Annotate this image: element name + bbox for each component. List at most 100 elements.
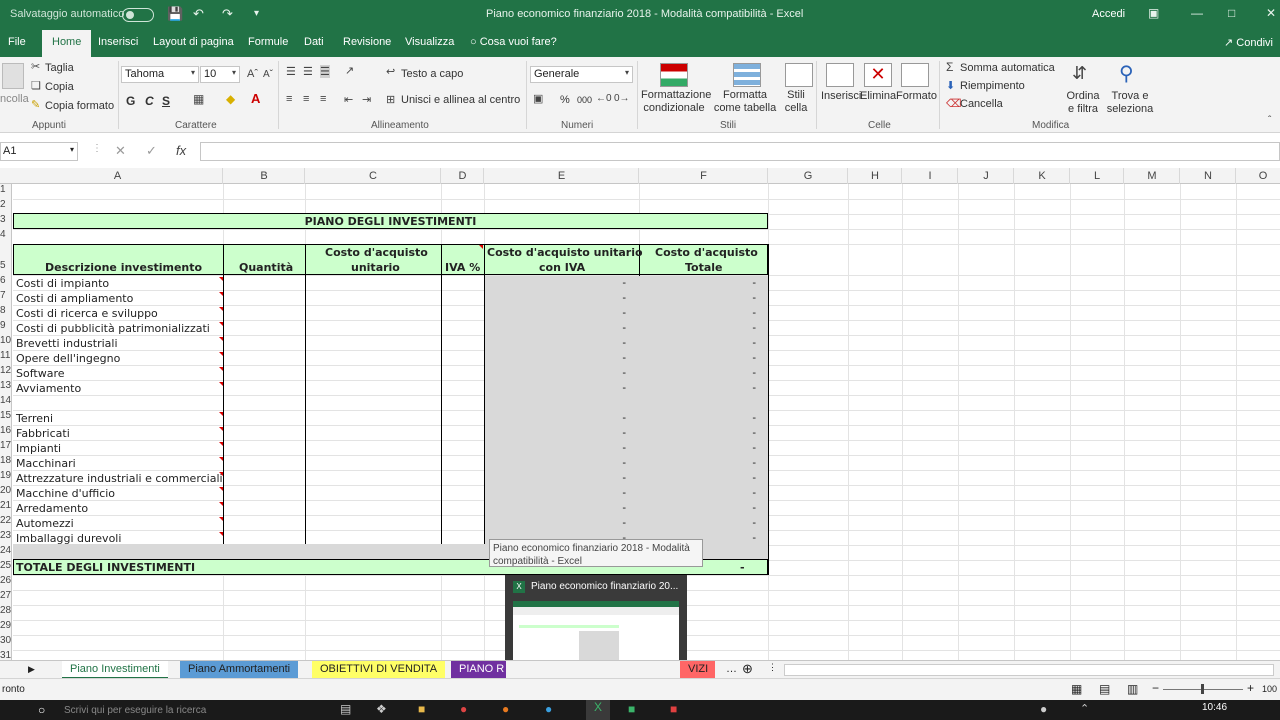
collapse-ribbon-icon[interactable]: ˆ [1268, 115, 1271, 126]
firefox-icon[interactable]: ● [502, 702, 509, 716]
percent-button[interactable]: % [560, 94, 570, 106]
formula-value[interactable]: - [606, 382, 626, 394]
format-as-table-button[interactable]: Formatta come tabella [710, 89, 780, 115]
formula-value[interactable]: - [736, 502, 756, 514]
increase-indent-icon[interactable]: ⇥ [362, 93, 371, 106]
excel-taskbar-icon[interactable]: X [586, 700, 610, 720]
format-painter-icon[interactable]: ✎ [31, 98, 40, 111]
formula-value[interactable]: - [736, 292, 756, 304]
sheet-tab-piano-r[interactable]: PIANO R [451, 661, 506, 679]
row-header[interactable]: 9 [0, 320, 12, 331]
formula-value[interactable]: - [736, 367, 756, 379]
formula-value[interactable]: - [606, 427, 626, 439]
comment-indicator[interactable] [219, 337, 223, 341]
row-header[interactable]: 5 [0, 260, 12, 271]
insert-function-icon[interactable]: fx [176, 143, 186, 158]
close-icon[interactable]: ✕ [1266, 6, 1276, 20]
column-header[interactable]: J [959, 168, 1014, 184]
column-header[interactable]: D [442, 168, 484, 184]
formula-value[interactable]: - [606, 457, 626, 469]
zoom-out-icon[interactable]: − [1152, 681, 1159, 695]
conditional-formatting-button[interactable]: Formattazione condizionale [641, 89, 711, 115]
row-header[interactable]: 27 [0, 590, 12, 601]
formula-value[interactable]: - [736, 457, 756, 469]
row-header[interactable]: 15 [0, 410, 12, 421]
row-header[interactable]: 16 [0, 425, 12, 436]
formula-value[interactable]: - [606, 352, 626, 364]
tab-data[interactable]: Dati [304, 36, 324, 48]
tab-page-layout[interactable]: Layout di pagina [153, 36, 234, 48]
comment-indicator[interactable] [219, 427, 223, 431]
align-center-icon[interactable]: ≡ [303, 93, 309, 105]
taskbar-search[interactable]: Scrivi qui per eseguire la ricerca [64, 705, 299, 716]
split-handle-icon[interactable]: ⋮ [768, 662, 777, 673]
italic-button[interactable]: C [145, 94, 154, 108]
copy-icon[interactable]: ❏ [31, 79, 41, 92]
comment-indicator[interactable] [219, 457, 223, 461]
zoom-in-icon[interactable]: + [1247, 681, 1254, 695]
row-header[interactable]: 21 [0, 500, 12, 511]
comment-indicator[interactable] [219, 532, 223, 536]
row-header[interactable]: 11 [0, 350, 12, 361]
insert-cells-icon[interactable] [826, 63, 854, 87]
edge-icon[interactable]: ● [545, 702, 552, 716]
row-header[interactable]: 4 [0, 229, 12, 240]
sort-filter-button[interactable]: Ordina e filtra [1063, 90, 1103, 116]
row-header[interactable]: 28 [0, 605, 12, 616]
format-as-table-icon[interactable] [733, 63, 761, 87]
investment-item[interactable]: Impianti [16, 442, 61, 455]
delete-cells-icon[interactable]: ✕ [864, 63, 892, 87]
find-select-icon[interactable]: ⚲ [1119, 61, 1134, 86]
app-green-icon[interactable]: ■ [628, 702, 635, 716]
format-cells-icon[interactable] [901, 63, 929, 87]
insert-cells-button[interactable]: Inserisci [821, 90, 861, 102]
tab-review[interactable]: Revisione [343, 36, 391, 48]
row-header[interactable]: 17 [0, 440, 12, 451]
autosave-toggle[interactable] [122, 8, 154, 22]
tab-scroll-icon[interactable]: ▶ [28, 664, 35, 675]
sort-filter-icon[interactable]: ⇵ [1072, 63, 1087, 84]
underline-button[interactable]: S [162, 94, 170, 108]
find-select-button[interactable]: Trova e seleziona [1104, 90, 1156, 116]
formula-value[interactable]: - [606, 442, 626, 454]
formula-value[interactable]: - [736, 337, 756, 349]
formula-input[interactable] [200, 142, 1280, 161]
investment-item[interactable]: Fabbricati [16, 427, 70, 440]
formula-value[interactable]: - [736, 472, 756, 484]
tell-me-search[interactable]: ○ Cosa vuoi fare? [470, 36, 557, 48]
column-header[interactable]: A [13, 168, 223, 184]
row-header[interactable]: 18 [0, 455, 12, 466]
merge-center-icon[interactable]: ⊞ [386, 93, 395, 106]
row-header[interactable]: 3 [0, 214, 12, 225]
undo-icon[interactable]: ↶ [193, 6, 204, 22]
cut-button[interactable]: Taglia [45, 62, 74, 74]
align-top-icon[interactable]: ☰ [286, 65, 296, 78]
investment-item[interactable]: Terreni [16, 412, 53, 425]
row-header[interactable]: 29 [0, 620, 12, 631]
formula-value[interactable]: - [736, 532, 756, 544]
row-header[interactable]: 12 [0, 365, 12, 376]
formula-area[interactable] [485, 276, 768, 544]
column-header[interactable]: N [1181, 168, 1236, 184]
horizontal-scrollbar[interactable] [784, 664, 1274, 676]
formula-value[interactable]: - [606, 412, 626, 424]
formula-value[interactable]: - [736, 307, 756, 319]
row-header[interactable]: 2 [0, 199, 12, 210]
sheet-tab-servizi[interactable]: VIZI [680, 661, 715, 679]
formula-value[interactable]: - [736, 427, 756, 439]
formula-value[interactable]: - [606, 517, 626, 529]
more-tabs-icon[interactable]: … [726, 663, 737, 675]
delete-cells-button[interactable]: Elimina [860, 90, 896, 102]
decrease-decimal-icon[interactable]: 0→ [614, 93, 630, 104]
page-break-view-icon[interactable]: ▥ [1127, 682, 1138, 696]
row-header[interactable]: 30 [0, 635, 12, 646]
formula-value[interactable]: - [606, 322, 626, 334]
column-header[interactable]: G [769, 168, 848, 184]
fill-color-icon[interactable]: ◆ [226, 92, 235, 106]
wrap-text-icon[interactable]: ↩ [386, 65, 395, 78]
app-red-icon[interactable]: ■ [670, 702, 677, 716]
comment-indicator[interactable] [479, 245, 483, 249]
comment-indicator[interactable] [219, 322, 223, 326]
formula-value[interactable]: - [606, 277, 626, 289]
formula-value[interactable]: - [736, 442, 756, 454]
